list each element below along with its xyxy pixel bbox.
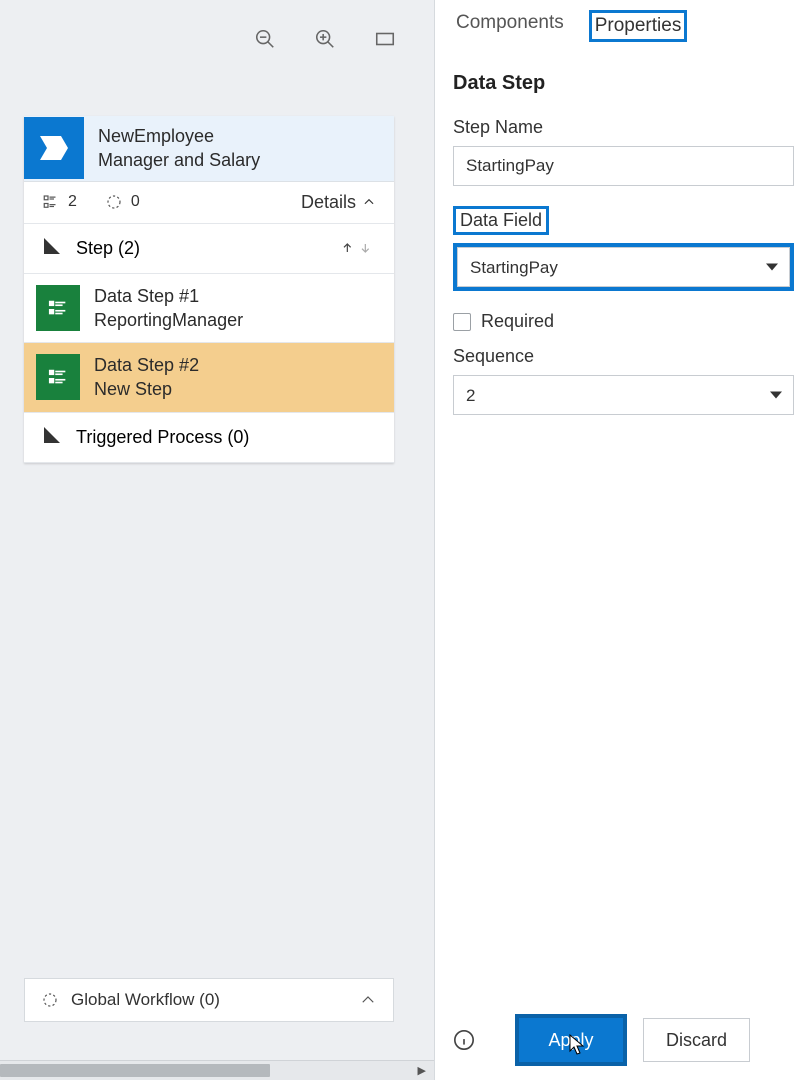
data-field-label: Data Field xyxy=(453,206,549,235)
step-item-subtitle: New Step xyxy=(94,377,199,401)
sequence-label: Sequence xyxy=(453,346,534,367)
required-label: Required xyxy=(481,311,554,332)
scrollbar-thumb[interactable] xyxy=(0,1064,270,1077)
data-step-icon xyxy=(36,354,80,400)
stage-header[interactable]: NewEmployee Manager and Salary xyxy=(24,116,394,182)
discard-button[interactable]: Discard xyxy=(643,1018,750,1062)
scroll-right-chevron-icon[interactable]: ▶ xyxy=(418,1064,426,1077)
step-item-title: Data Step #1 xyxy=(94,284,243,308)
data-step-icon xyxy=(36,285,80,331)
step-item-title: Data Step #2 xyxy=(94,353,199,377)
step-name-input[interactable] xyxy=(453,146,794,186)
tab-properties[interactable]: Properties xyxy=(589,10,688,42)
fit-screen-icon[interactable] xyxy=(370,24,400,54)
stage-title-line2: Manager and Salary xyxy=(98,148,260,172)
stage-chevron-icon xyxy=(24,117,84,179)
reorder-arrows[interactable] xyxy=(342,240,376,256)
arrow-up-icon xyxy=(342,240,358,256)
stage-title: NewEmployee Manager and Salary xyxy=(84,116,274,181)
tabs: Components Properties xyxy=(453,10,794,42)
collapse-triangle-icon xyxy=(42,425,62,450)
required-checkbox-row[interactable]: Required xyxy=(453,311,794,332)
step-name-label: Step Name xyxy=(453,117,543,138)
details-toggle[interactable]: Details xyxy=(301,192,376,213)
properties-footer: Apply Discard xyxy=(453,1018,794,1062)
global-workflow-label: Global Workflow (0) xyxy=(71,990,220,1010)
data-field-select[interactable]: StartingPay xyxy=(457,247,790,287)
step-item-subtitle: ReportingManager xyxy=(94,308,243,332)
panel-heading: Data Step xyxy=(453,72,794,95)
sequence-select[interactable]: 2 xyxy=(453,375,794,415)
arrow-down-icon xyxy=(360,240,376,256)
step-section-header[interactable]: Step (2) xyxy=(24,224,394,274)
left-pane: NewEmployee Manager and Salary 2 0 xyxy=(0,0,434,1080)
chevron-up-icon xyxy=(359,991,377,1009)
collapse-triangle-icon xyxy=(42,236,62,261)
zoom-in-icon[interactable] xyxy=(310,24,340,54)
zoom-out-icon[interactable] xyxy=(250,24,280,54)
stage-step-count: 2 xyxy=(42,193,77,211)
right-pane: Components Properties Data Step Step Nam… xyxy=(434,0,812,1080)
step-item-2[interactable]: Data Step #2 New Step xyxy=(24,343,394,413)
stage-title-line1: NewEmployee xyxy=(98,124,260,148)
chevron-up-icon xyxy=(362,195,376,209)
horizontal-scrollbar[interactable]: ▶ xyxy=(0,1060,434,1080)
refresh-dashed-icon xyxy=(41,991,59,1009)
stage-trigger-count: 0 xyxy=(105,193,140,211)
tab-components[interactable]: Components xyxy=(453,10,567,36)
step-item-1[interactable]: Data Step #1 ReportingManager xyxy=(24,274,394,344)
global-workflow-bar[interactable]: Global Workflow (0) xyxy=(24,978,394,1022)
apply-button[interactable]: Apply xyxy=(519,1018,623,1062)
triggered-process-header[interactable]: Triggered Process (0) xyxy=(24,413,394,463)
stage-card: NewEmployee Manager and Salary 2 0 xyxy=(24,116,394,463)
stage-meta-row: 2 0 Details xyxy=(24,182,394,224)
cursor-icon xyxy=(569,1034,585,1056)
required-checkbox[interactable] xyxy=(453,313,471,331)
info-icon[interactable] xyxy=(453,1029,475,1051)
